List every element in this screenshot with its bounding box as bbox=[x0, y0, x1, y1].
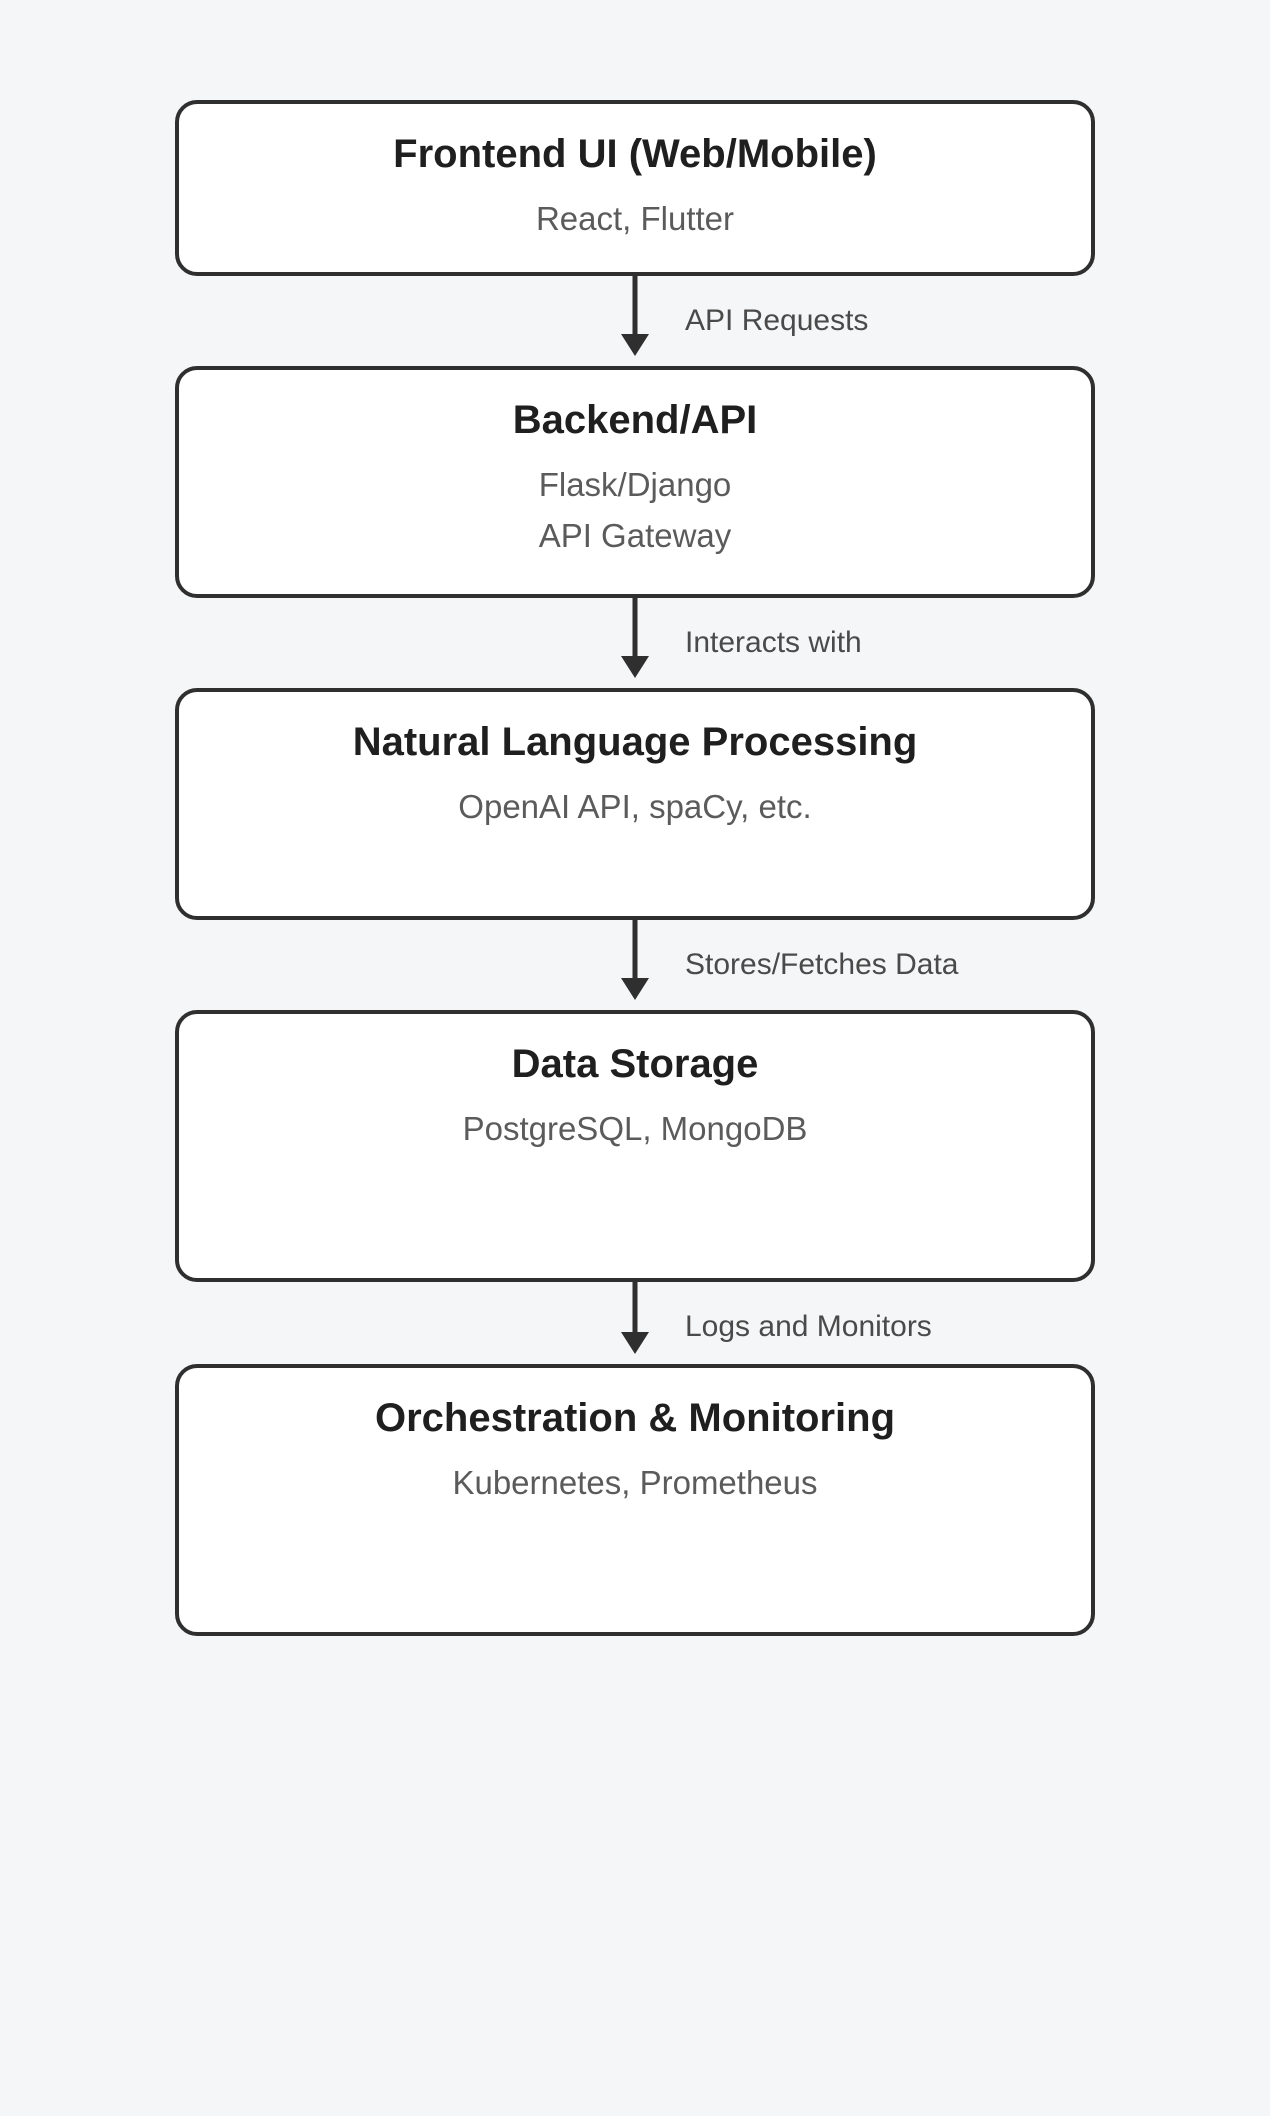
arrow-down-icon bbox=[621, 334, 649, 356]
node-title: Natural Language Processing bbox=[203, 720, 1067, 765]
connector-arrow: Interacts with bbox=[175, 598, 1095, 688]
arrow-down-icon bbox=[621, 656, 649, 678]
arrow-down-icon bbox=[621, 1332, 649, 1354]
node-subtitle: PostgreSQL, MongoDB bbox=[203, 1103, 1067, 1154]
node-subtitle: Kubernetes, Prometheus bbox=[203, 1457, 1067, 1508]
node-subtitle: API Gateway bbox=[203, 510, 1067, 561]
node-title: Frontend UI (Web/Mobile) bbox=[203, 132, 1067, 177]
connector-arrow: Logs and Monitors bbox=[175, 1282, 1095, 1364]
node-subtitle: OpenAI API, spaCy, etc. bbox=[203, 781, 1067, 832]
arrow-shaft bbox=[633, 1282, 638, 1336]
connector-arrow: API Requests bbox=[175, 276, 1095, 366]
node-storage: Data Storage PostgreSQL, MongoDB bbox=[175, 1010, 1095, 1282]
arrow-down-icon bbox=[621, 978, 649, 1000]
node-frontend: Frontend UI (Web/Mobile) React, Flutter bbox=[175, 100, 1095, 276]
edge-label: API Requests bbox=[685, 304, 868, 338]
edge-label: Logs and Monitors bbox=[685, 1310, 932, 1344]
diagram-column: Frontend UI (Web/Mobile) React, Flutter … bbox=[140, 100, 1130, 1636]
connector-arrow: Stores/Fetches Data bbox=[175, 920, 1095, 1010]
edge-label: Stores/Fetches Data bbox=[685, 948, 958, 982]
node-subtitle: React, Flutter bbox=[203, 193, 1067, 244]
node-backend: Backend/API Flask/Django API Gateway bbox=[175, 366, 1095, 598]
node-title: Backend/API bbox=[203, 398, 1067, 443]
node-orchestration: Orchestration & Monitoring Kubernetes, P… bbox=[175, 1364, 1095, 1636]
node-nlp: Natural Language Processing OpenAI API, … bbox=[175, 688, 1095, 920]
node-title: Orchestration & Monitoring bbox=[203, 1396, 1067, 1441]
node-subtitle: Flask/Django bbox=[203, 459, 1067, 510]
arrow-shaft bbox=[633, 598, 638, 660]
diagram-canvas: Frontend UI (Web/Mobile) React, Flutter … bbox=[0, 0, 1270, 2116]
node-title: Data Storage bbox=[203, 1042, 1067, 1087]
arrow-shaft bbox=[633, 920, 638, 982]
arrow-shaft bbox=[633, 276, 638, 338]
edge-label: Interacts with bbox=[685, 626, 862, 660]
